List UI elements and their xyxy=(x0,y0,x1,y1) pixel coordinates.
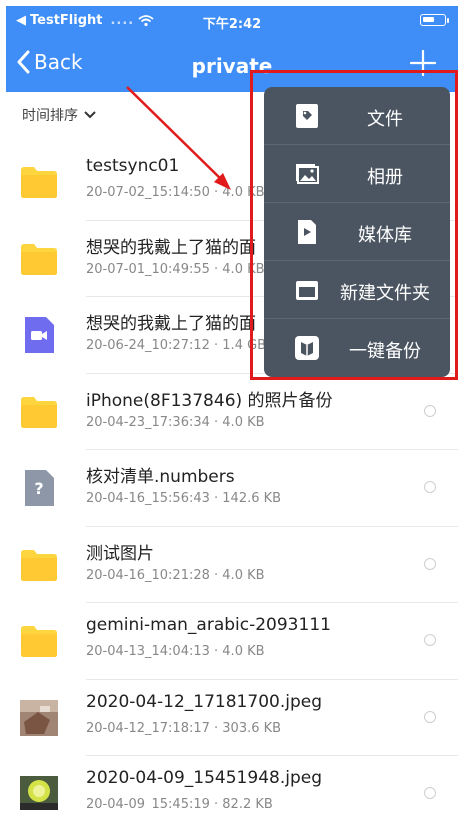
page-title: private xyxy=(191,54,273,78)
sort-label: 时间排序 xyxy=(22,108,78,124)
add-icon[interactable] xyxy=(408,48,438,78)
add-menu: 文件 相册 媒体库 新建文件夹 一键备份 xyxy=(264,87,450,377)
menu-item-file[interactable]: 文件 xyxy=(264,87,450,145)
file-name: gemini-man_arabic-2093111 xyxy=(86,615,331,635)
battery-icon xyxy=(420,14,449,26)
menu-item-backup[interactable]: 一键备份 xyxy=(264,319,450,377)
file-row[interactable]: 2020-04-09_15451948.jpeg 20-04-09_15:45:1… xyxy=(20,756,458,810)
top-bar: ◀ TestFlight .... 下午2:42 Back private xyxy=(6,6,458,92)
file-name: 想哭的我戴上了猫的面 xyxy=(86,314,256,334)
file-meta: 20-07-01_10:49:55 · 4.0 KB xyxy=(86,261,265,277)
select-radio[interactable] xyxy=(424,481,436,493)
video-file-icon xyxy=(20,317,58,353)
file-name: 核对清单.numbers xyxy=(86,467,235,487)
photo-thumbnail xyxy=(20,776,58,810)
phone-screen: ◀ TestFlight .... 下午2:42 Back private 时间… xyxy=(6,6,458,810)
file-meta: 20-04-16_15:56:43 · 142.6 KB xyxy=(86,491,282,506)
file-meta: 20-06-24_10:27:12 · 1.4 GB xyxy=(86,338,267,353)
select-radio[interactable] xyxy=(424,404,436,417)
media-library-icon xyxy=(298,220,316,244)
folder-icon xyxy=(20,623,58,659)
file-tag-icon xyxy=(296,104,318,128)
select-radio[interactable] xyxy=(424,634,436,646)
file-name: 2020-04-09_15451948.jpeg xyxy=(86,768,322,788)
file-name: 测试图片 xyxy=(86,543,154,564)
file-name: iPhone(8F137846) 的照片备份 xyxy=(86,390,333,411)
folder-icon xyxy=(20,164,58,200)
battery-fill xyxy=(423,17,434,22)
file-meta: 20-04-13_14:04:13 · 4.0 KB xyxy=(86,644,265,659)
file-row[interactable]: gemini-man_arabic-2093111 20-04-13_14:04:… xyxy=(21,603,458,680)
menu-item-album[interactable]: 相册 xyxy=(264,145,450,203)
file-meta: 20-04-09_15:45:19 · 82.2 KB xyxy=(86,797,273,810)
nav-bar: Back private xyxy=(6,36,458,92)
menu-item-label: 媒体库 xyxy=(358,225,412,246)
menu-item-label: 新建文件夹 xyxy=(340,283,430,304)
file-row[interactable]: 测试图片 20-04-16_10:21:28 · 4.0 KB xyxy=(21,527,458,603)
chevron-down-icon xyxy=(84,111,96,119)
folder-icon xyxy=(20,547,58,583)
unknown-file-icon: ? xyxy=(20,470,58,506)
select-radio[interactable] xyxy=(424,710,436,723)
album-icon xyxy=(296,164,319,184)
svg-text:?: ? xyxy=(34,479,43,498)
select-radio[interactable] xyxy=(424,557,436,570)
menu-item-label: 相册 xyxy=(367,167,403,188)
file-meta: 20-07-02_15:14:50 · 4.0 KB xyxy=(86,185,265,200)
file-row[interactable]: 2020-04-12_17181700.jpeg 20-04-12_17:18:1… xyxy=(20,680,458,756)
file-name: 想哭的我戴上了猫的面 xyxy=(86,237,256,258)
status-time: 下午2:42 xyxy=(202,17,262,32)
file-name: 2020-04-12_17181700.jpeg xyxy=(86,691,322,712)
menu-item-new-folder[interactable]: 新建文件夹 xyxy=(264,261,450,319)
folder-icon xyxy=(20,241,58,277)
menu-item-label: 文件 xyxy=(367,109,403,130)
file-name: testsync01 xyxy=(86,156,180,176)
file-row[interactable]: iPhone(8F137846) 的照片备份 20-04-23_17:36:34 … xyxy=(21,374,458,450)
menu-item-label: 一键备份 xyxy=(349,341,421,362)
photo-thumbnail xyxy=(20,699,58,736)
status-bar: ◀ TestFlight .... 下午2:42 xyxy=(6,6,458,36)
menu-item-media-library[interactable]: 媒体库 xyxy=(264,203,450,261)
file-meta: 20-04-16_10:21:28 · 4.0 KB xyxy=(86,567,265,583)
file-row[interactable]: ? 核对清单.numbers 20-04-16_15:56:43 · 142.6 K… xyxy=(25,450,458,527)
file-meta: 20-04-23_17:36:34 · 4.0 KB xyxy=(86,414,265,430)
new-folder-icon xyxy=(296,281,318,300)
file-meta: 20-04-12_17:18:17 · 303.6 KB xyxy=(86,720,282,736)
folder-icon xyxy=(20,394,58,430)
backup-icon xyxy=(295,336,319,360)
select-radio[interactable] xyxy=(424,787,436,799)
